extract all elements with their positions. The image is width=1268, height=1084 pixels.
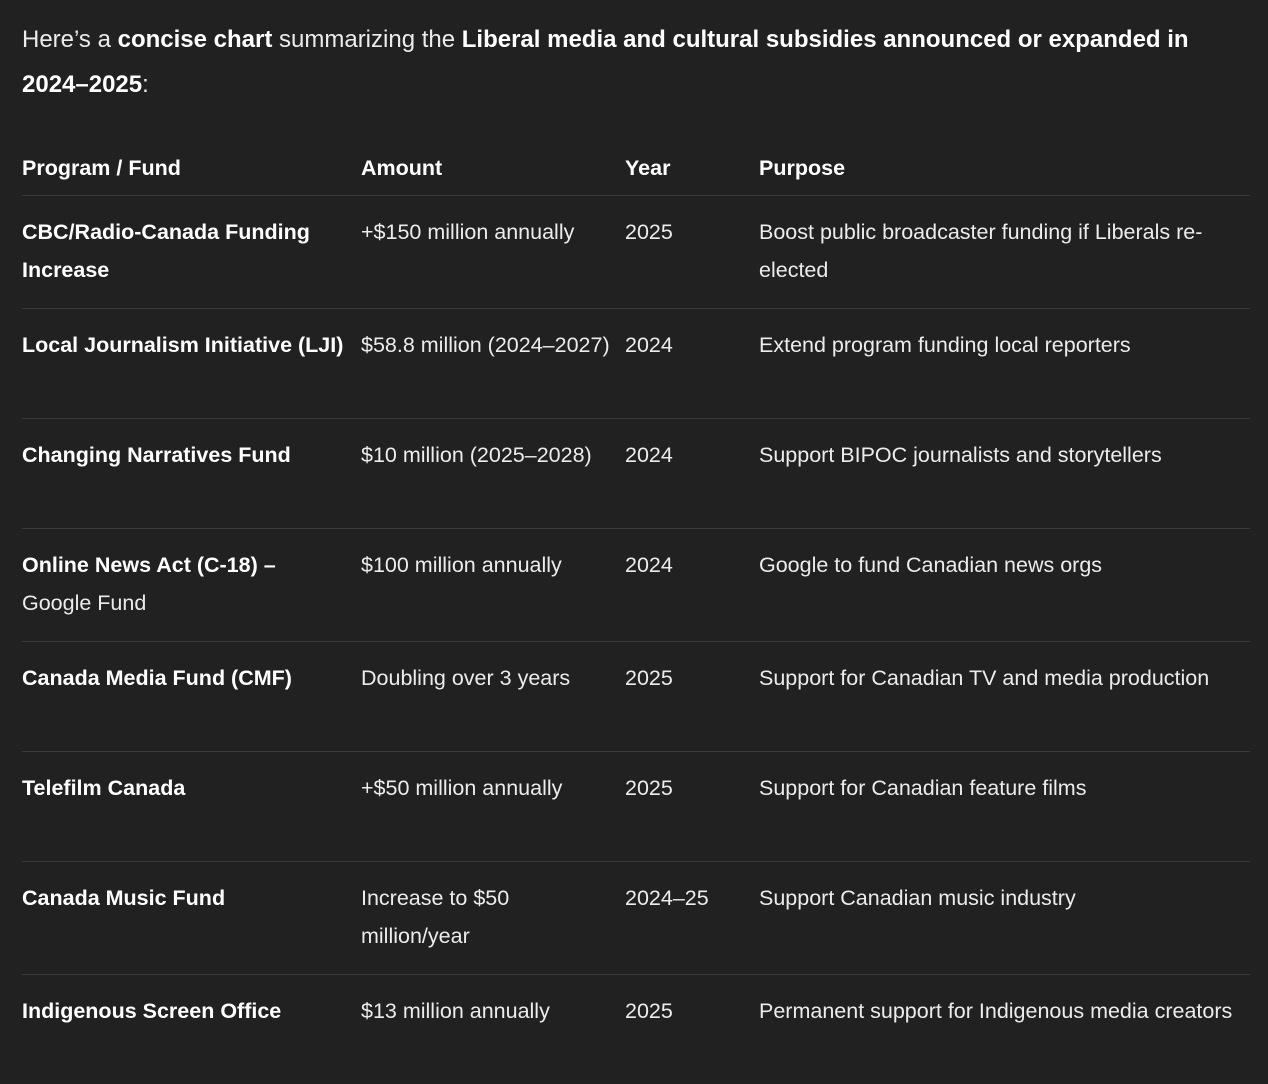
cell-purpose: Support BIPOC journalists and storytelle… [759,418,1250,529]
table-row: Online News Act (C-18) – Google Fund $100… [22,528,1250,642]
cell-amount: Doubling over 3 years [361,641,625,752]
cell-purpose: Support Canadian music industry [759,861,1250,975]
cell-program: Changing Narratives Fund [22,418,361,529]
cell-program-regular: Google Fund [22,591,147,615]
cell-purpose: Permanent support for Indigenous media c… [759,998,1233,1023]
intro-text-2: summarizing the [272,26,462,53]
table-row: CBC/Radio-Canada Funding Increase +$150 … [22,195,1250,309]
intro-paragraph: Here’s a concise chart summarizing the L… [22,17,1237,107]
intro-text-3: : [142,71,149,98]
table-row: Canada Music Fund Increase to $50 millio… [22,861,1250,975]
header-amount: Amount [361,149,625,196]
table-header-row: Program / Fund Amount Year Purpose [22,149,1250,196]
cell-amount: $58.8 million (2024–2027) [361,308,625,419]
intro-bold-1: concise chart [117,26,273,53]
table-row: Changing Narratives Fund $10 million (20… [22,418,1250,529]
intro-text-1: Here’s a [22,26,118,53]
cell-year: 2025 [625,641,759,752]
header-purpose: Purpose [759,149,1250,196]
cell-year: 2024 [625,418,759,529]
cell-amount: $100 million annually [361,528,625,642]
cell-program: Online News Act (C-18) – Google Fund [22,528,361,642]
table-row: Canada Media Fund (CMF) Doubling over 3 … [22,641,1250,752]
cell-amount: +$50 million annually [361,751,625,862]
table-row: Local Journalism Initiative (LJI) $58.8 … [22,308,1250,419]
cell-program: Indigenous Screen Office [22,998,282,1023]
cell-program: Telefilm Canada [22,751,361,862]
header-year: Year [625,149,759,196]
cell-purpose: Extend program funding local reporters [759,308,1250,419]
assistant-message: Here’s a concise chart summarizing the L… [0,0,1250,1084]
cell-year: 2024–25 [625,861,759,975]
cell-purpose: Support for Canadian feature films [759,751,1250,862]
cell-amount: $10 million (2025–2028) [361,418,625,529]
table-row: Telefilm Canada +$50 million annually 20… [22,751,1250,862]
cell-purpose: Boost public broadcaster funding if Libe… [759,195,1250,309]
header-program: Program / Fund [22,149,361,196]
cell-year: 2025 [625,998,673,1023]
cell-amount: Increase to $50 million/year [361,861,625,975]
subsidies-table: Program / Fund Amount Year Purpose CBC/R… [22,149,1250,1084]
cell-purpose: Google to fund Canadian news orgs [759,528,1250,642]
cell-amount: $13 million annually [361,998,550,1023]
cell-program: CBC/Radio-Canada Funding Increase [22,195,361,309]
cell-program-bold: Online News Act (C-18) – [22,552,276,577]
cell-year: 2025 [625,751,759,862]
table-row: Indigenous Screen Office $13 million ann… [22,974,1250,1084]
cell-program: Canada Music Fund [22,861,361,975]
cell-amount: +$150 million annually [361,195,625,309]
cell-program: Local Journalism Initiative (LJI) [22,308,361,419]
cell-purpose: Support for Canadian TV and media produc… [759,641,1250,752]
cell-year: 2024 [625,308,759,419]
cell-program: Canada Media Fund (CMF) [22,641,361,752]
cell-year: 2024 [625,528,759,642]
cell-year: 2025 [625,195,759,309]
